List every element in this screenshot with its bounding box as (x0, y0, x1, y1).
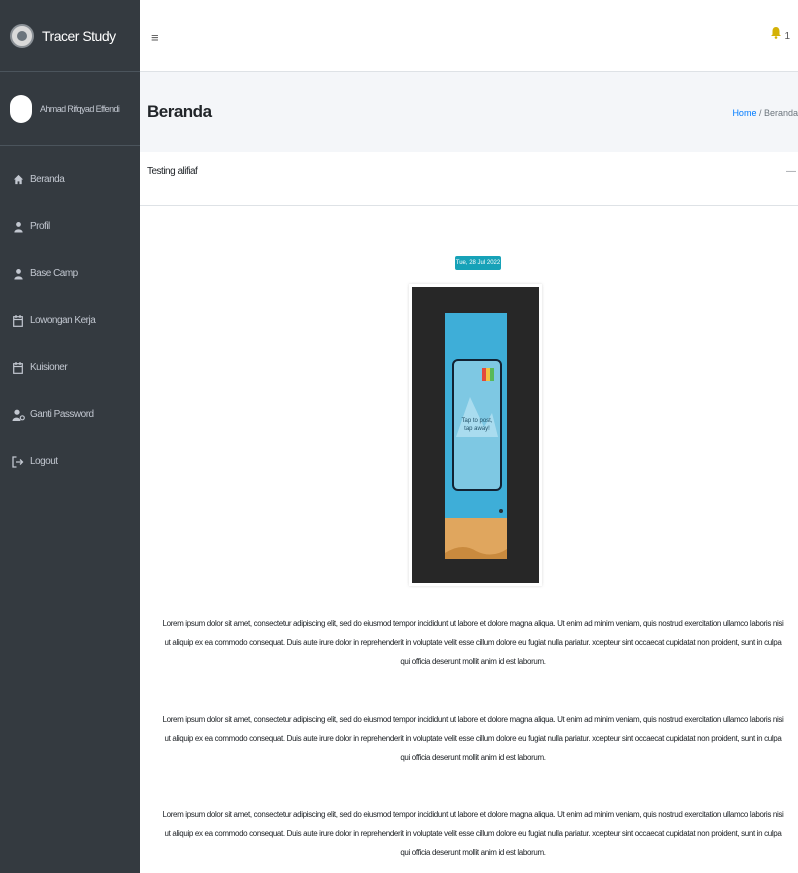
sidebar-item-ganti-password[interactable]: Ganti Password (0, 391, 140, 438)
brand-logo (10, 23, 34, 48)
sidebar-item-label: Profil (30, 221, 50, 232)
home-icon (11, 174, 25, 185)
sidebar-item-base-camp[interactable]: Base Camp (0, 250, 140, 297)
sidebar: Tracer Study Ahmad Rifqyad Effendi Beran… (0, 0, 140, 873)
menu-toggle-icon[interactable]: ≡ (151, 30, 159, 45)
user-icon (11, 221, 25, 233)
breadcrumb-current: Beranda (763, 108, 798, 118)
sidebar-item-label: Logout (30, 456, 58, 467)
user-icon (11, 268, 25, 280)
post-paragraph: Lorem ipsum dolor sit amet, consectetur … (162, 715, 784, 762)
brand-link[interactable]: Tracer Study (0, 0, 140, 72)
user-panel[interactable]: Ahmad Rifqyad Effendi (0, 72, 140, 146)
collapse-button[interactable]: — (786, 166, 796, 177)
breadcrumb-separator: / (756, 108, 764, 118)
post-card: Testing alifiaf — Tue, 28 Jul 2022 Tap t… (140, 152, 798, 873)
breadcrumb-home-link[interactable]: Home (732, 108, 756, 118)
card-header: Testing alifiaf — (140, 152, 798, 206)
breadcrumb: Home / Beranda (732, 108, 798, 118)
bell-icon (771, 27, 782, 39)
notification-button[interactable]: 1 (770, 26, 790, 42)
brand-name: Tracer Study (42, 27, 116, 44)
sidebar-item-label: Base Camp (30, 268, 78, 279)
post-paragraph: Lorem ipsum dolor sit amet, consectetur … (162, 810, 784, 857)
user-name: Ahmad Rifqyad Effendi (40, 103, 120, 114)
sidebar-nav: Beranda Profil Base Camp Lowongan Kerja … (0, 146, 140, 485)
page-title: Beranda (147, 102, 212, 121)
image-caption: Tap to post, tap away! (461, 418, 493, 432)
post-paragraph: Lorem ipsum dolor sit amet, consectetur … (162, 619, 784, 666)
sidebar-item-label: Lowongan Kerja (30, 315, 96, 326)
calendar-icon (11, 361, 25, 374)
logout-icon (11, 455, 25, 468)
sidebar-item-label: Ganti Password (30, 409, 94, 420)
sidebar-item-label: Kuisioner (30, 362, 68, 373)
content-header: Beranda Home / Beranda (140, 72, 798, 152)
avatar (10, 94, 32, 123)
top-navbar: ≡ 1 (140, 0, 798, 72)
sidebar-item-lowongan-kerja[interactable]: Lowongan Kerja (0, 297, 140, 344)
user-cog-icon (11, 409, 25, 421)
post-image: Tap to post, tap away! (409, 284, 542, 586)
date-badge: Tue, 28 Jul 2022 (455, 256, 501, 270)
sidebar-item-kuisioner[interactable]: Kuisioner (0, 344, 140, 391)
sidebar-item-logout[interactable]: Logout (0, 438, 140, 485)
card-title: Testing alifiaf (147, 166, 198, 177)
calendar-icon (11, 314, 25, 327)
sidebar-item-profil[interactable]: Profil (0, 203, 140, 250)
sidebar-item-beranda[interactable]: Beranda (0, 156, 140, 203)
notification-count: 1 (784, 31, 790, 42)
sidebar-item-label: Beranda (30, 174, 65, 185)
